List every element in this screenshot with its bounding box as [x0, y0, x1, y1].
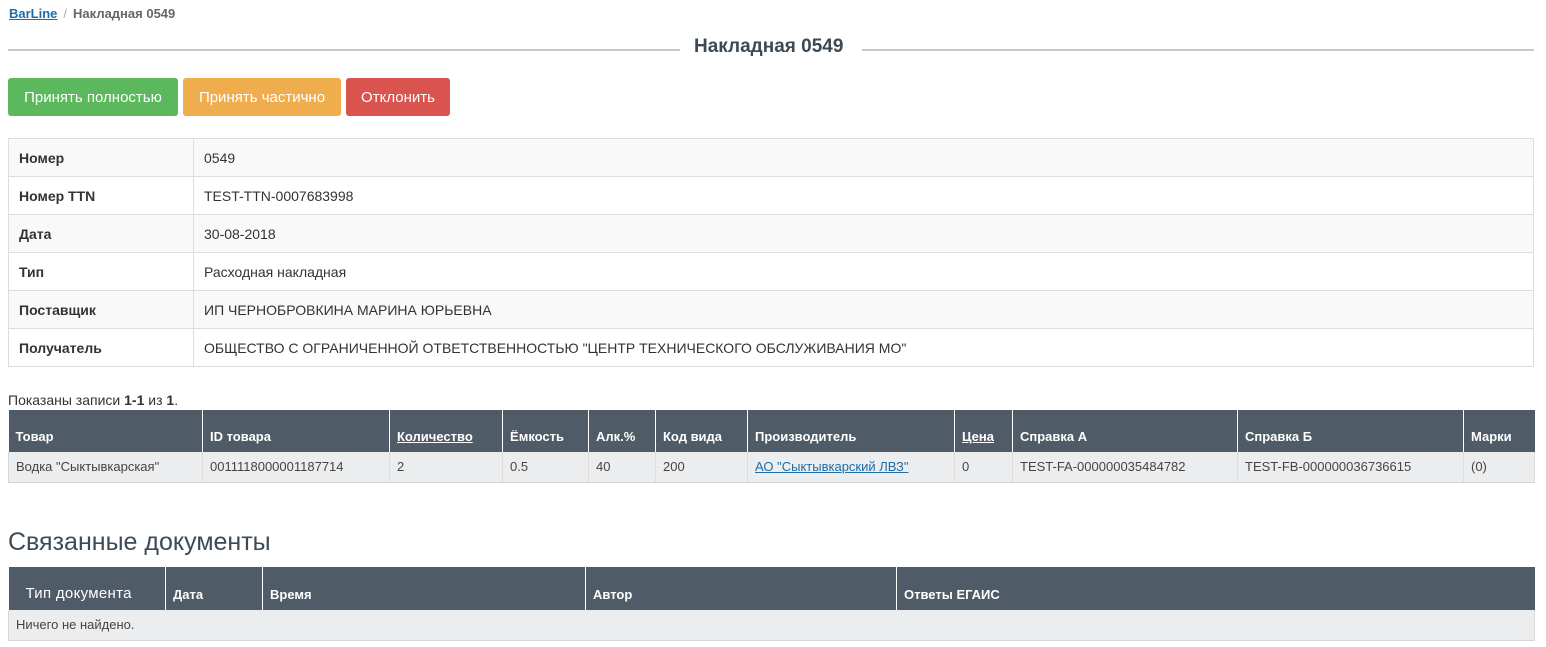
cell-kind-code: 200 — [655, 452, 748, 483]
detail-label: Получатель — [8, 328, 194, 367]
detail-label: Номер — [8, 138, 194, 177]
cell-quantity: 2 — [389, 452, 503, 483]
column-header-product-id: ID товара — [202, 410, 390, 452]
page-title: Накладная 0549 — [694, 36, 844, 57]
related-documents-table: Тип документа Дата Время Автор Ответы ЕГ… — [8, 567, 1535, 641]
items-header-row: Товар ID товара Количество Ёмкость Алк.%… — [8, 410, 1535, 452]
table-row-empty: Ничего не найдено. — [8, 610, 1535, 641]
detail-label: Дата — [8, 214, 194, 253]
detail-value: 0549 — [193, 138, 1534, 177]
summary-middle: из — [144, 392, 167, 408]
detail-row-date: Дата 30-08-2018 — [8, 214, 1534, 253]
summary-range: 1-1 — [124, 392, 145, 408]
detail-row-type: Тип Расходная накладная — [8, 252, 1534, 291]
cell-price: 0 — [954, 452, 1013, 483]
producer-link[interactable]: АО "Сыктывкарский ЛВЗ" — [755, 459, 909, 474]
table-row: Водка "Сыктывкарская" 001111800000118771… — [8, 452, 1535, 483]
detail-row-recipient: Получатель ОБЩЕСТВО С ОГРАНИЧЕННОЙ ОТВЕТ… — [8, 328, 1534, 367]
records-summary: Показаны записи 1-1 из 1. — [8, 392, 178, 408]
column-header-alcohol: Алк.% — [588, 410, 656, 452]
column-header-marks: Марки — [1463, 410, 1535, 452]
detail-value: TEST-TTN-0007683998 — [193, 176, 1534, 215]
related-header-row: Тип документа Дата Время Автор Ответы ЕГ… — [8, 567, 1535, 610]
detail-value: Расходная накладная — [193, 252, 1534, 291]
title-divider-right — [862, 49, 1534, 51]
cell-capacity: 0.5 — [502, 452, 589, 483]
title-divider-left — [8, 49, 680, 51]
accept-full-button[interactable]: Принять полностью — [8, 78, 178, 116]
invoice-details-table: Номер 0549 Номер TTN TEST-TTN-0007683998… — [8, 138, 1534, 367]
column-header-egais-answers: Ответы ЕГАИС — [896, 567, 1535, 610]
cell-product: Водка "Сыктывкарская" — [8, 452, 203, 483]
column-header-quantity[interactable]: Количество — [389, 410, 503, 452]
summary-suffix: . — [174, 392, 179, 408]
column-header-price[interactable]: Цена — [954, 410, 1013, 452]
column-header-kind-code: Код вида — [655, 410, 748, 452]
cell-marks: (0) — [1463, 452, 1535, 483]
column-header-time: Время — [262, 567, 586, 610]
cell-cert-b: TEST-FB-000000036736615 — [1237, 452, 1464, 483]
sort-link-price[interactable]: Цена — [962, 429, 994, 444]
detail-row-number: Номер 0549 — [8, 138, 1534, 177]
sort-link-quantity[interactable]: Количество — [397, 429, 473, 444]
column-header-producer: Производитель — [747, 410, 955, 452]
empty-message: Ничего не найдено. — [8, 610, 1535, 641]
column-header-date: Дата — [165, 567, 263, 610]
detail-value: ОБЩЕСТВО С ОГРАНИЧЕННОЙ ОТВЕТСТВЕННОСТЬЮ… — [193, 328, 1534, 367]
breadcrumb-separator: / — [63, 6, 68, 21]
accept-partial-button[interactable]: Принять частично — [183, 78, 341, 116]
cell-product-id: 0011118000001187714 — [202, 452, 390, 483]
breadcrumb-root-link[interactable]: BarLine — [9, 6, 57, 21]
column-header-doc-type: Тип документа — [8, 567, 166, 610]
detail-label: Тип — [8, 252, 194, 291]
breadcrumb-current: Накладная 0549 — [73, 6, 176, 21]
detail-row-supplier: Поставщик ИП ЧЕРНОБРОВКИНА МАРИНА ЮРЬЕВН… — [8, 290, 1534, 329]
cell-producer: АО "Сыктывкарский ЛВЗ" — [747, 452, 955, 483]
reject-button[interactable]: Отклонить — [346, 78, 450, 116]
breadcrumb: BarLine / Накладная 0549 — [9, 6, 175, 21]
cell-alcohol: 40 — [588, 452, 656, 483]
summary-prefix: Показаны записи — [8, 392, 125, 408]
column-header-author: Автор — [585, 567, 897, 610]
related-documents-title: Связанные документы — [8, 528, 271, 556]
detail-row-ttn: Номер TTN TEST-TTN-0007683998 — [8, 176, 1534, 215]
column-header-product: Товар — [8, 410, 203, 452]
detail-value: ИП ЧЕРНОБРОВКИНА МАРИНА ЮРЬЕВНА — [193, 290, 1534, 329]
detail-label: Поставщик — [8, 290, 194, 329]
action-buttons: Принять полностью Принять частично Откло… — [8, 78, 450, 116]
cell-cert-a: TEST-FA-000000035484782 — [1012, 452, 1238, 483]
page-title-row: Накладная 0549 — [8, 36, 1534, 60]
detail-label: Номер TTN — [8, 176, 194, 215]
detail-value: 30-08-2018 — [193, 214, 1534, 253]
column-header-cert-a: Справка А — [1012, 410, 1238, 452]
column-header-cert-b: Справка Б — [1237, 410, 1464, 452]
column-header-capacity: Ёмкость — [502, 410, 589, 452]
invoice-items-table: Товар ID товара Количество Ёмкость Алк.%… — [8, 410, 1535, 483]
